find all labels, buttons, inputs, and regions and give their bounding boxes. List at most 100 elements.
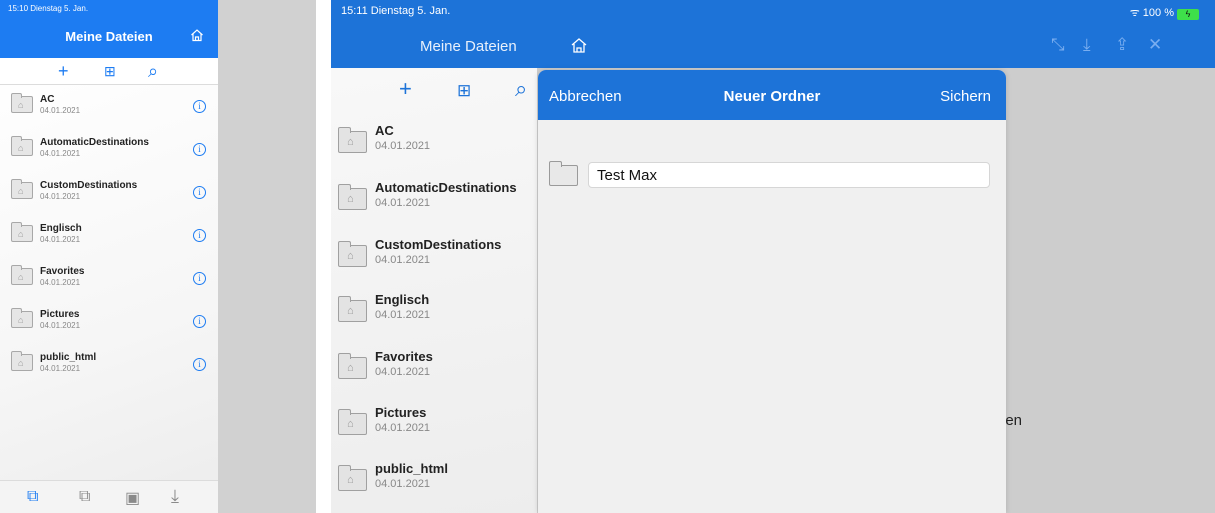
info-icon[interactable]: i [193, 315, 206, 328]
item-name: Englisch [375, 292, 430, 307]
list-item[interactable]: ⌂ AutomaticDestinations 04.01.2021 [331, 176, 537, 232]
folder-icon: ⌂ [11, 222, 33, 242]
info-icon[interactable]: i [193, 272, 206, 285]
left-file-panel: + ⊞ ⌕ ⌂ AC 04.01.2021 i ⌂ AutomaticDesti… [0, 58, 218, 513]
list-item[interactable]: ⌂ AutomaticDestinations 04.01.2021 i [0, 133, 218, 175]
right-page-title: Meine Dateien [420, 38, 517, 55]
my-files-tab-icon[interactable]: ⧉ [27, 488, 38, 506]
dialog-title: Neuer Ordner [723, 88, 821, 105]
collapse-icon[interactable]: ⤡ [1051, 35, 1065, 55]
new-folder-icon[interactable]: ⊞ [104, 61, 116, 81]
info-icon[interactable]: i [193, 100, 206, 113]
left-toolbar: + ⊞ ⌕ [0, 58, 218, 85]
folder-icon: ⌂ [338, 353, 367, 379]
left-navigation-bar: 15:10 Dienstag 5. Jan. Meine Dateien [0, 0, 218, 58]
list-item[interactable]: ⌂ CustomDestinations 04.01.2021 [331, 233, 537, 289]
folder-icon: ⌂ [338, 465, 367, 491]
list-item[interactable]: ⌂ Englisch 04.01.2021 i [0, 219, 218, 261]
right-status-time: 15:11 Dienstag 5. Jan. [341, 5, 451, 17]
item-name: AC [40, 94, 55, 105]
folder-icon: ⌂ [338, 409, 367, 435]
left-page-title: Meine Dateien [65, 29, 153, 44]
item-date: 04.01.2021 [375, 197, 431, 209]
list-item[interactable]: ⌂ Favorites 04.01.2021 i [0, 262, 218, 304]
item-date: 04.01.2021 [375, 366, 431, 378]
battery-status: ᯤ 100 % ϟ [1130, 5, 1199, 20]
item-date: 04.01.2021 [375, 309, 431, 321]
add-button[interactable]: + [58, 61, 69, 81]
list-item[interactable]: ⌂ CustomDestinations 04.01.2021 i [0, 176, 218, 218]
folder-icon: ⌂ [338, 296, 367, 322]
item-date: 04.01.2021 [375, 254, 431, 266]
folder-icon: ⌂ [11, 179, 33, 199]
new-folder-icon[interactable]: ⊞ [457, 79, 471, 103]
close-icon[interactable]: ✕ [1148, 35, 1162, 55]
battery-icon: ϟ [1177, 9, 1199, 20]
shared-tab-icon[interactable]: ⧉ [79, 488, 90, 506]
item-date: 04.01.2021 [40, 321, 81, 330]
item-name: public_html [40, 352, 97, 363]
list-item[interactable]: ⌂ Englisch 04.01.2021 [331, 288, 537, 344]
battery-label: ᯤ 100 % [1129, 7, 1174, 19]
home-icon[interactable] [190, 28, 204, 42]
left-bottom-tabbar: ⧉ ⧉ ▣ ⤓ [0, 480, 218, 513]
folder-icon: ⌂ [11, 265, 33, 285]
left-status-time: 15:10 Dienstag 5. Jan. [8, 4, 89, 13]
item-name: Pictures [375, 405, 427, 420]
list-item[interactable]: ⌂ Pictures 04.01.2021 i [0, 305, 218, 347]
item-name: public_html [375, 461, 448, 476]
item-name: Englisch [40, 223, 82, 234]
info-icon[interactable]: i [193, 143, 206, 156]
item-name: Pictures [40, 309, 80, 320]
right-file-panel: + ⊞ ⌕ ⌂ AC 04.01.2021 ⌂ AutomaticDestina… [331, 68, 537, 513]
folder-icon: ⌂ [11, 136, 33, 156]
right-screenshot: 15:11 Dienstag 5. Jan. ᯤ 100 % ϟ Meine Da… [331, 0, 1215, 513]
list-item[interactable]: ⌂ Pictures 04.01.2021 [331, 401, 537, 457]
item-name: AutomaticDestinations [375, 180, 517, 195]
folder-icon: ⌂ [338, 127, 367, 153]
item-date: 04.01.2021 [40, 149, 81, 158]
list-item[interactable]: ⌂ Favorites 04.01.2021 [331, 345, 537, 401]
search-icon[interactable]: ⌕ [515, 77, 527, 101]
share-icon[interactable]: ⇪ [1115, 35, 1129, 55]
item-name: CustomDestinations [40, 180, 138, 191]
item-name: AutomaticDestinations [40, 137, 149, 148]
item-date: 04.01.2021 [375, 422, 431, 434]
folder-icon: ⌂ [11, 93, 33, 113]
item-name: Favorites [40, 266, 85, 277]
info-icon[interactable]: i [193, 358, 206, 371]
folder-icon: ⌂ [11, 351, 33, 371]
item-date: 04.01.2021 [40, 364, 81, 373]
folder-icon: ⌂ [338, 241, 367, 267]
dialog-header: Abbrechen Neuer Ordner Sichern [538, 70, 1006, 120]
item-date: 04.01.2021 [40, 192, 81, 201]
info-icon[interactable]: i [193, 229, 206, 242]
item-name: CustomDestinations [375, 237, 502, 252]
item-name: Favorites [375, 349, 433, 364]
add-button[interactable]: + [399, 77, 412, 101]
folder-icon: ⌂ [11, 308, 33, 328]
folder-icon [549, 161, 578, 186]
save-button[interactable]: Sichern [940, 88, 991, 105]
list-item[interactable]: ⌂ public_html 04.01.2021 [331, 457, 537, 513]
right-navigation-bar: 15:11 Dienstag 5. Jan. ᯤ 100 % ϟ Meine Da… [331, 0, 1215, 68]
folder-name-input[interactable] [588, 162, 990, 188]
list-item[interactable]: ⌂ public_html 04.01.2021 i [0, 348, 218, 390]
left-screenshot: 15:10 Dienstag 5. Jan. Meine Dateien + ⊞… [0, 0, 316, 513]
search-icon[interactable]: ⌕ [148, 61, 158, 81]
item-date: 04.01.2021 [40, 106, 81, 115]
home-icon[interactable] [570, 36, 588, 54]
info-icon[interactable]: i [193, 186, 206, 199]
item-date: 04.01.2021 [40, 278, 81, 287]
downloads-tab-icon[interactable]: ⤓ [171, 486, 179, 507]
item-date: 04.01.2021 [40, 235, 81, 244]
list-item[interactable]: ⌂ AC 04.01.2021 [331, 119, 537, 175]
item-date: 04.01.2021 [375, 478, 431, 490]
folder-icon: ⌂ [338, 184, 367, 210]
download-icon[interactable]: ⤓ [1083, 35, 1091, 55]
new-folder-dialog: Abbrechen Neuer Ordner Sichern [538, 70, 1006, 513]
list-item[interactable]: ⌂ AC 04.01.2021 i [0, 90, 218, 132]
local-tab-icon[interactable]: ▣ [125, 488, 140, 508]
item-date: 04.01.2021 [375, 140, 431, 152]
item-name: AC [375, 123, 394, 138]
